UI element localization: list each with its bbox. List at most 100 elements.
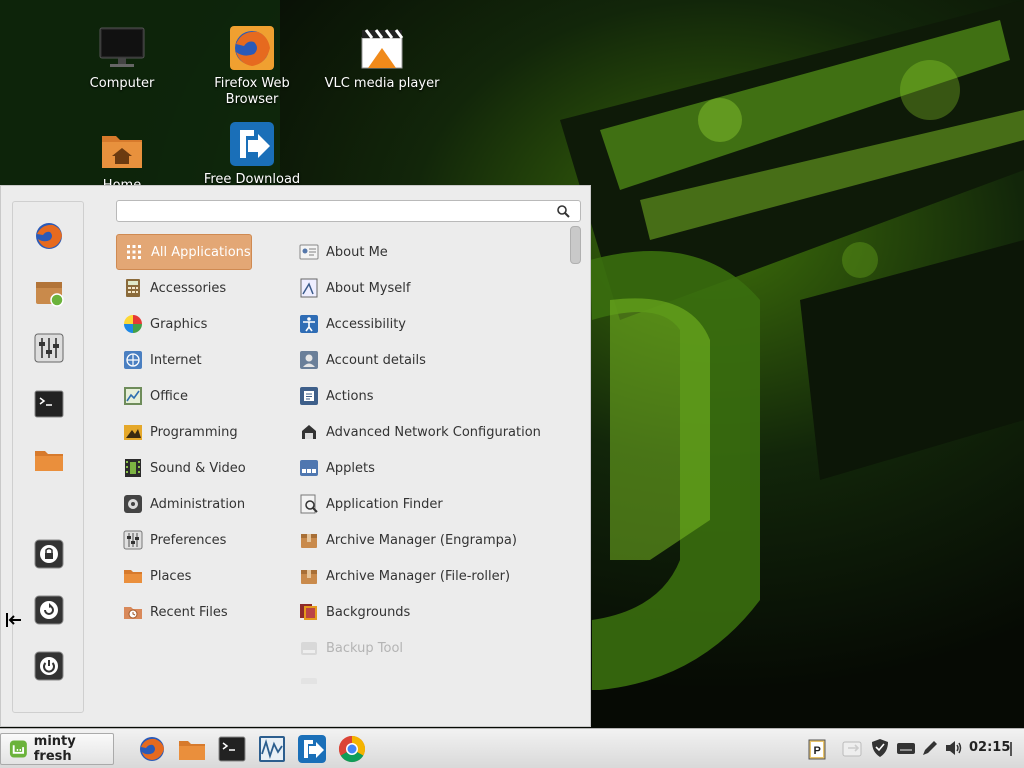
category-label: Office	[150, 388, 188, 404]
category-all-applications[interactable]: All Applications	[116, 234, 252, 270]
user-icon	[300, 351, 318, 369]
app-advanced-network-configuration[interactable]: Advanced Network Configuration	[297, 414, 567, 450]
category-office[interactable]: Office	[116, 378, 286, 414]
scrollbar-thumb[interactable]	[570, 226, 581, 264]
category-label: Sound & Video	[150, 460, 246, 476]
category-preferences[interactable]: Preferences	[116, 522, 286, 558]
app-backgrounds[interactable]: Backgrounds	[297, 594, 567, 630]
search-input[interactable]	[127, 201, 551, 223]
app-account-details[interactable]: Account details	[297, 342, 567, 378]
app-label: About Me	[326, 244, 388, 260]
category-places[interactable]: Places	[116, 558, 286, 594]
app-about-me[interactable]: About Me	[297, 234, 567, 270]
calculator-icon	[126, 279, 140, 297]
app-applets[interactable]: Applets	[297, 450, 567, 486]
chrome-icon	[338, 735, 366, 763]
menu-button[interactable]: minty fresh	[0, 733, 114, 765]
resize-cursor-icon	[6, 613, 21, 627]
category-sound-video[interactable]: Sound & Video	[116, 450, 286, 486]
monitor-icon	[98, 24, 146, 72]
app-label: Archive Manager (File-roller)	[326, 568, 511, 584]
panel-launcher-free-download[interactable]	[297, 734, 327, 764]
category-graphics[interactable]: Graphics	[116, 306, 286, 342]
bottom-panel: minty fresh P 02:15	[0, 728, 1024, 768]
actions-icon	[300, 387, 318, 405]
favorite-terminal-icon[interactable]	[33, 388, 65, 420]
panel-launcher-chrome[interactable]	[337, 734, 367, 764]
panel-launcher-firefox[interactable]	[137, 734, 167, 764]
desktop-icon-firefox[interactable]: Firefox Web Browser	[187, 24, 317, 108]
app-archive-manager-file-roller[interactable]: Archive Manager (File-roller)	[297, 558, 567, 594]
power-icon[interactable]	[33, 650, 65, 682]
color-wheel-icon	[124, 315, 142, 333]
category-programming[interactable]: Programming	[116, 414, 286, 450]
search-icon[interactable]	[556, 204, 570, 218]
category-label: Accessories	[150, 280, 227, 296]
globe-icon	[124, 351, 142, 369]
app-partial-next	[297, 666, 567, 684]
app-label: Backgrounds	[326, 604, 411, 620]
terminal-icon	[218, 736, 246, 762]
category-accessories[interactable]: Accessories	[116, 270, 286, 306]
tray-volume-icon[interactable]	[944, 738, 964, 758]
app-label: Account details	[326, 352, 426, 368]
desktop-icon-label: VLC media player	[324, 76, 440, 91]
network-icon	[302, 425, 316, 439]
logout-icon[interactable]	[33, 594, 65, 626]
archive-icon	[301, 534, 317, 548]
panel-clock[interactable]: 02:15	[969, 740, 1010, 755]
category-recent-files[interactable]: Recent Files	[116, 594, 286, 630]
panel-overflow-icon[interactable]	[1009, 740, 1019, 760]
app-archive-manager-engrampa[interactable]: Archive Manager (Engrampa)	[297, 522, 567, 558]
tray-update-icon[interactable]	[842, 738, 862, 758]
desktop-icon-home[interactable]: Home	[57, 126, 187, 194]
favorite-firefox-icon[interactable]	[33, 220, 65, 252]
app-label: Actions	[326, 388, 374, 404]
home-folder-icon	[98, 126, 146, 174]
panel-launcher-system-monitor[interactable]	[257, 734, 287, 764]
tray-pen-icon[interactable]	[920, 738, 940, 758]
favorite-settings-icon[interactable]	[33, 332, 65, 364]
film-icon	[125, 459, 141, 477]
favorites-sidebar	[12, 201, 84, 713]
panel-launcher-files[interactable]	[177, 734, 207, 764]
desktop-icon-label: Firefox Web Browser	[214, 76, 290, 107]
files-icon	[179, 741, 205, 760]
programming-icon	[124, 425, 142, 440]
category-label: Administration	[150, 496, 246, 512]
firefox-icon	[228, 24, 276, 72]
application-list: About Me About Myself Accessibility Acco…	[297, 234, 567, 684]
document-icon	[300, 278, 318, 298]
search-box	[116, 200, 581, 223]
backgrounds-icon	[300, 604, 317, 620]
desktop-icon-free-download[interactable]: Free Download	[187, 120, 317, 188]
desktop-icon-label: Computer	[89, 76, 155, 91]
menu-button-label: minty fresh	[33, 734, 76, 764]
app-backup-tool[interactable]: Backup Tool	[297, 630, 567, 666]
free-download-icon	[298, 735, 326, 763]
favorite-folder-icon[interactable]	[33, 444, 65, 476]
panel-launcher-terminal[interactable]	[217, 734, 247, 764]
app-about-myself[interactable]: About Myself	[297, 270, 567, 306]
archive-icon	[301, 570, 317, 584]
free-download-icon	[228, 120, 276, 168]
mint-logo-icon	[9, 740, 27, 758]
desktop-icon-vlc[interactable]: VLC media player	[317, 24, 447, 92]
app-label: Backup Tool	[326, 640, 404, 656]
category-administration[interactable]: Administration	[116, 486, 286, 522]
favorite-software-manager-icon[interactable]	[33, 276, 65, 308]
lock-screen-icon[interactable]	[33, 538, 65, 570]
category-label: Graphics	[150, 316, 208, 332]
app-accessibility[interactable]: Accessibility	[297, 306, 567, 342]
app-label: About Myself	[326, 280, 411, 296]
app-actions[interactable]: Actions	[297, 378, 567, 414]
desktop-icon-computer[interactable]: Computer	[57, 24, 187, 92]
tray-keyboard-icon[interactable]	[896, 738, 916, 758]
tray-shield-icon[interactable]	[870, 738, 890, 758]
app-label: Accessibility	[326, 316, 406, 332]
app-label: Application Finder	[326, 496, 443, 512]
grid-icon	[127, 245, 141, 259]
app-application-finder[interactable]: Application Finder	[297, 486, 567, 522]
tray-clipboard-icon[interactable]: P	[807, 738, 827, 760]
category-internet[interactable]: Internet	[116, 342, 286, 378]
